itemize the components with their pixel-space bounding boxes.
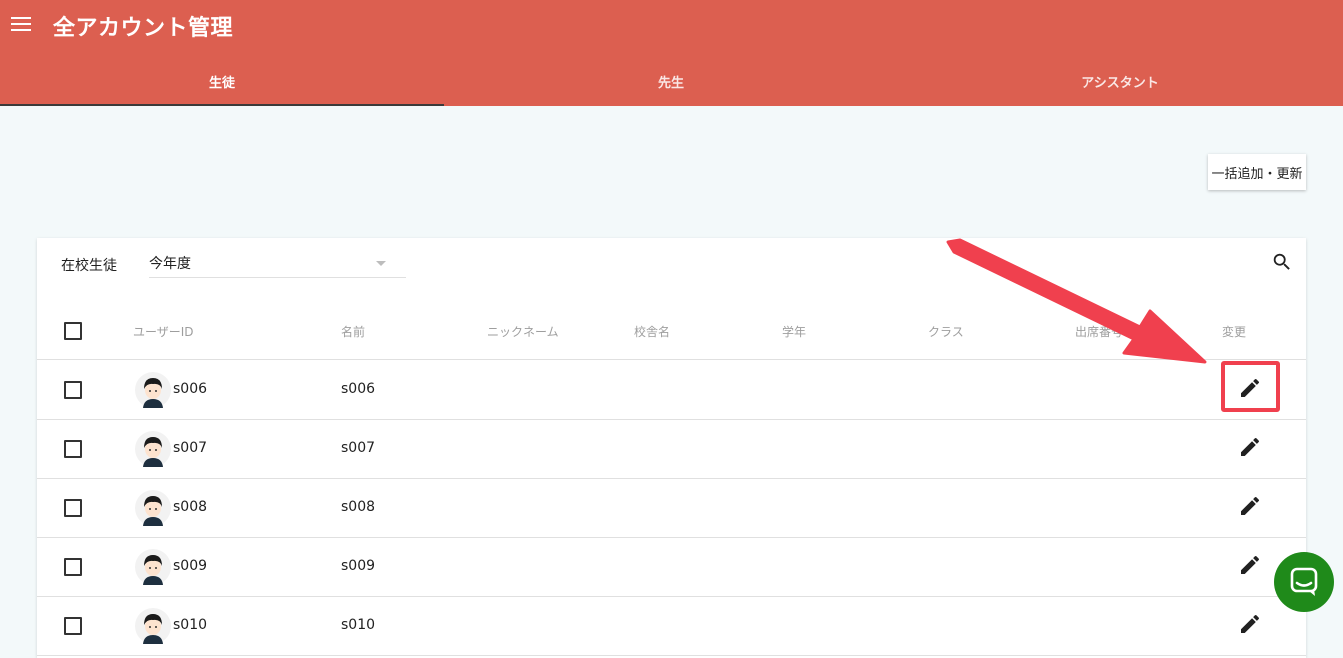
cell-name: s008 [341, 499, 376, 515]
cell-user-id: s007 [173, 440, 208, 456]
page-title: 全アカウント管理 [53, 16, 234, 41]
search-icon[interactable] [1271, 251, 1293, 273]
filter-label: 在校生徒 [61, 258, 117, 274]
table-row[interactable]: s007 s007 [37, 420, 1306, 479]
year-select[interactable]: 今年度 [149, 250, 406, 278]
cell-user-id: s010 [173, 617, 208, 633]
cell-name: s009 [341, 558, 376, 574]
row-checkbox[interactable] [64, 617, 82, 635]
row-checkbox[interactable] [64, 499, 82, 517]
tab-students[interactable]: 生徒 [0, 56, 444, 106]
avatar [135, 372, 171, 408]
edit-icon[interactable] [1238, 553, 1262, 577]
header-grade[interactable]: 学年 [782, 323, 806, 340]
table-row[interactable]: s010 s010 [37, 597, 1306, 656]
cell-name: s007 [341, 440, 376, 456]
edit-icon[interactable] [1238, 435, 1262, 459]
cell-user-id: s006 [173, 381, 208, 397]
avatar [135, 549, 171, 585]
edit-icon[interactable] [1238, 612, 1262, 636]
cell-name: s010 [341, 617, 376, 633]
chat-button[interactable] [1274, 552, 1334, 612]
bulk-add-update-button[interactable]: 一括追加・更新 [1208, 154, 1306, 190]
header-name[interactable]: 名前 [341, 323, 365, 340]
avatar [135, 608, 171, 644]
year-select-value: 今年度 [149, 256, 191, 272]
cell-user-id: s008 [173, 499, 208, 515]
header-user-id[interactable]: ユーザーID [133, 323, 194, 340]
header-edit: 変更 [1222, 325, 1247, 339]
header-nickname[interactable]: ニックネーム [487, 323, 559, 340]
tab-assistants[interactable]: アシスタント [898, 56, 1342, 106]
select-all-checkbox[interactable] [64, 322, 82, 340]
row-checkbox[interactable] [64, 381, 82, 399]
cell-user-id: s009 [173, 558, 208, 574]
table-row[interactable]: s009 s009 [37, 538, 1306, 597]
annotation-arrow [946, 238, 1207, 364]
edit-icon[interactable] [1238, 494, 1262, 518]
row-checkbox[interactable] [64, 558, 82, 576]
table-row[interactable]: s008 s008 [37, 479, 1306, 538]
chevron-down-icon [376, 261, 386, 266]
header-school[interactable]: 校舎名 [634, 323, 670, 340]
annotation-highlight-box [1221, 361, 1280, 412]
tab-bar: 生徒 先生 アシスタント [0, 56, 1343, 106]
avatar [135, 490, 171, 526]
toolbar: 全アカウント管理 [0, 0, 1343, 52]
menu-icon[interactable] [11, 17, 31, 33]
tab-teachers[interactable]: 先生 [444, 56, 898, 106]
row-checkbox[interactable] [64, 440, 82, 458]
chat-icon [1290, 567, 1318, 596]
cell-name: s006 [341, 381, 376, 397]
avatar [135, 431, 171, 467]
app-bar: 全アカウント管理 生徒 先生 アシスタント [0, 0, 1343, 106]
